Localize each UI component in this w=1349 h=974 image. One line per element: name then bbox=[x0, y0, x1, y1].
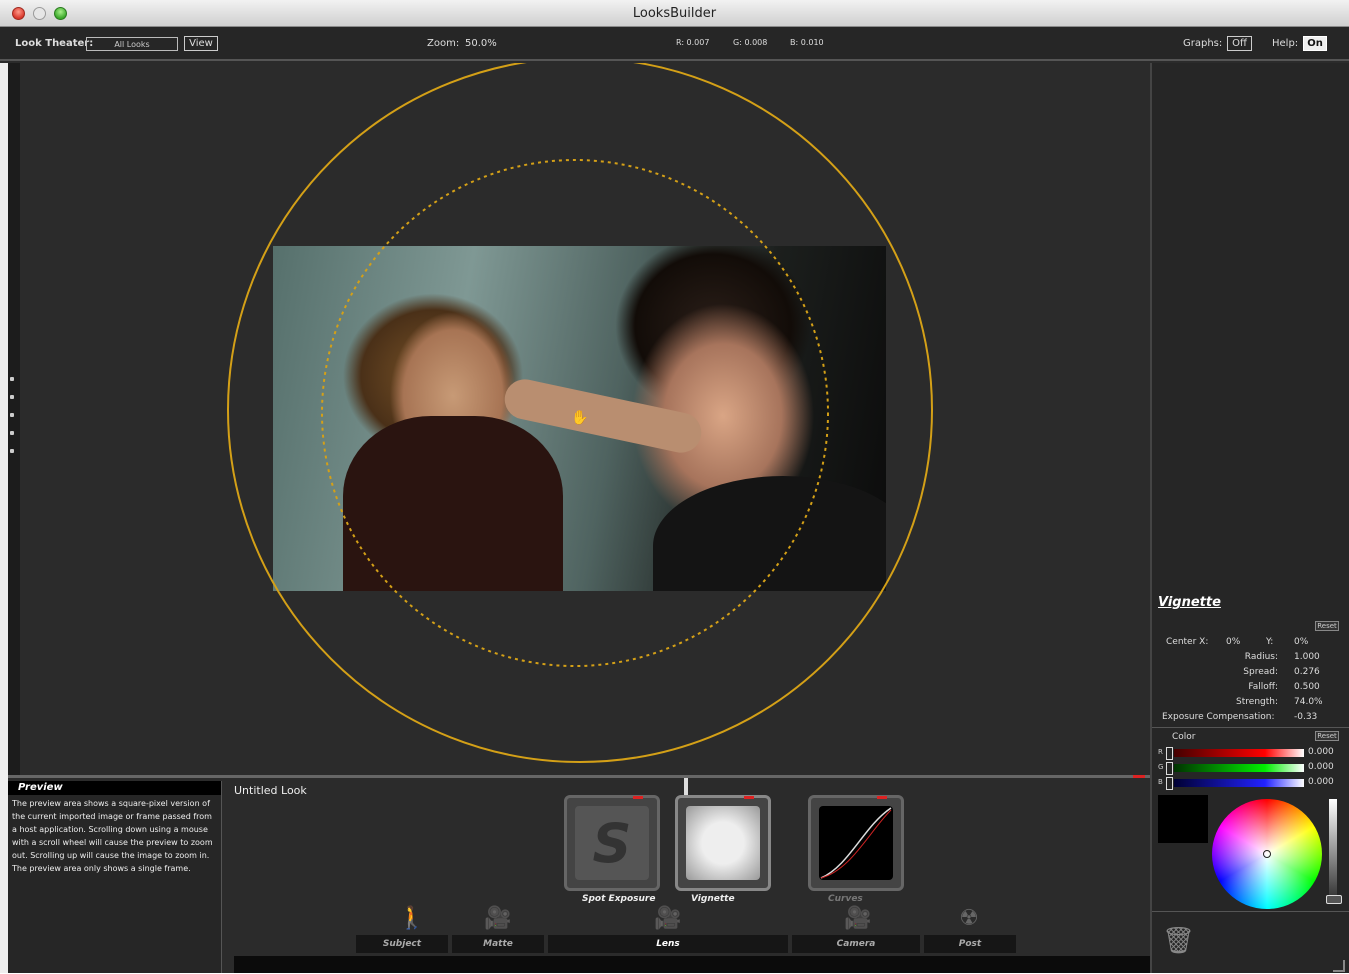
resize-grip-icon[interactable] bbox=[1333, 960, 1345, 972]
app-body: Look Theater: All Looks View Zoom: 50.0%… bbox=[0, 27, 1349, 973]
category-tabs: Subject Matte Lens Camera Post bbox=[8, 935, 1150, 955]
spread-value[interactable]: 0.276 bbox=[1294, 667, 1320, 677]
tab-matte[interactable]: Matte bbox=[452, 935, 544, 953]
drawer-dot bbox=[10, 377, 14, 381]
green-value[interactable]: 0.000 bbox=[1308, 762, 1334, 772]
preview-area[interactable]: ✋ bbox=[20, 63, 1150, 775]
tool-insert-marker bbox=[684, 778, 688, 796]
vignette-thumbnail-icon bbox=[686, 806, 760, 880]
radius-label: Radius: bbox=[1244, 652, 1278, 662]
brightness-slider[interactable] bbox=[1329, 799, 1337, 899]
tab-subject[interactable]: Subject bbox=[356, 935, 448, 953]
look-editor: Preview The preview area shows a square-… bbox=[8, 775, 1150, 973]
color-reset-button[interactable]: Reset bbox=[1315, 731, 1339, 741]
brightness-slider-thumb[interactable] bbox=[1326, 895, 1342, 904]
tab-lens[interactable]: Lens bbox=[548, 935, 788, 953]
center-y-label: Y: bbox=[1266, 637, 1274, 647]
curve-line bbox=[820, 807, 892, 879]
look-title[interactable]: Untitled Look bbox=[234, 784, 307, 797]
color-wheel-cursor[interactable] bbox=[1263, 850, 1271, 858]
zoom-label: Zoom: bbox=[427, 38, 460, 49]
view-button[interactable]: View bbox=[184, 36, 218, 51]
tab-post[interactable]: Post bbox=[924, 935, 1016, 953]
trash-icon[interactable]: 🗑 bbox=[1162, 926, 1195, 956]
green-readout: G: 0.008 bbox=[733, 38, 768, 47]
looks-drawer-handle[interactable] bbox=[8, 63, 20, 775]
vignette-reset-button[interactable]: Reset bbox=[1315, 621, 1339, 631]
help-text: The preview area shows a square-pixel ve… bbox=[12, 799, 213, 873]
window-titlebar: LooksBuilder bbox=[0, 0, 1349, 27]
tool-enabled-indicator[interactable] bbox=[633, 796, 643, 799]
color-swatch bbox=[1158, 795, 1208, 843]
tool-enabled-indicator[interactable] bbox=[877, 796, 887, 799]
strength-label: Strength: bbox=[1236, 697, 1278, 707]
look-theater-label: Look Theater: bbox=[15, 38, 94, 49]
post-icon: ☢ bbox=[959, 906, 979, 931]
center-x-value[interactable]: 0% bbox=[1226, 637, 1240, 647]
spot-exposure-label: Spot Exposure bbox=[582, 894, 656, 904]
green-slider[interactable] bbox=[1174, 764, 1304, 772]
camera-icon: 🎥 bbox=[844, 906, 872, 931]
vignette-tile[interactable] bbox=[675, 795, 771, 891]
graphs-label: Graphs: bbox=[1183, 38, 1223, 49]
spot-exposure-icon: S bbox=[575, 806, 649, 880]
zoom-value: 50.0% bbox=[465, 38, 497, 49]
curve-line-red bbox=[820, 809, 892, 879]
help-title: Preview bbox=[8, 781, 221, 795]
red-slider-thumb[interactable] bbox=[1166, 747, 1173, 760]
drawer-dot bbox=[10, 413, 14, 417]
vignette-title: Vignette bbox=[1158, 595, 1221, 610]
exposure-compensation-label: Exposure Compensation: bbox=[1162, 712, 1275, 722]
center-x-label: Center X: bbox=[1166, 637, 1209, 647]
curves-thumbnail-icon bbox=[819, 806, 893, 880]
drawer-dot bbox=[10, 395, 14, 399]
subject-icon: 🚶 bbox=[398, 906, 426, 931]
red-channel-letter: R bbox=[1158, 748, 1163, 756]
matte-icon: 🎥 bbox=[484, 906, 512, 931]
blue-value[interactable]: 0.000 bbox=[1308, 777, 1334, 787]
top-toolbar: Look Theater: All Looks View Zoom: 50.0%… bbox=[0, 27, 1349, 61]
falloff-value[interactable]: 0.500 bbox=[1294, 682, 1320, 692]
tool-enabled-indicator[interactable] bbox=[744, 796, 754, 799]
blue-channel-letter: B bbox=[1158, 778, 1163, 786]
green-channel-letter: G bbox=[1158, 763, 1164, 771]
window-title: LooksBuilder bbox=[632, 6, 717, 21]
spread-label: Spread: bbox=[1243, 667, 1278, 677]
exposure-compensation-value[interactable]: -0.33 bbox=[1294, 712, 1317, 722]
spot-exposure-tile[interactable]: S bbox=[564, 795, 660, 891]
color-label: Color bbox=[1172, 732, 1196, 742]
blue-slider[interactable] bbox=[1174, 779, 1304, 787]
help-label: Help: bbox=[1272, 38, 1299, 49]
radius-value[interactable]: 1.000 bbox=[1294, 652, 1320, 662]
parameters-panel: Vignette Reset Center X: 0% Y: 0% Radius… bbox=[1150, 63, 1349, 973]
curves-tile[interactable] bbox=[808, 795, 904, 891]
color-wheel[interactable] bbox=[1212, 799, 1322, 909]
blue-readout: B: 0.010 bbox=[790, 38, 824, 47]
lens-icon: 🎥 bbox=[654, 906, 682, 931]
curves-label: Curves bbox=[828, 894, 863, 904]
vignette-label: Vignette bbox=[691, 894, 735, 904]
help-toggle[interactable]: On bbox=[1303, 36, 1327, 51]
blue-slider-thumb[interactable] bbox=[1166, 777, 1173, 790]
graphs-toggle[interactable]: Off bbox=[1227, 36, 1252, 51]
drawer-dot bbox=[10, 449, 14, 453]
center-y-value[interactable]: 0% bbox=[1294, 637, 1308, 647]
drawer-dot bbox=[10, 431, 14, 435]
timeline-marker bbox=[1133, 775, 1145, 778]
red-slider[interactable] bbox=[1174, 749, 1304, 757]
red-value[interactable]: 0.000 bbox=[1308, 747, 1334, 757]
left-edge bbox=[0, 63, 8, 973]
falloff-label: Falloff: bbox=[1248, 682, 1278, 692]
red-readout: R: 0.007 bbox=[676, 38, 710, 47]
trash-area[interactable]: 🗑 bbox=[1152, 911, 1349, 974]
look-theater-dropdown[interactable]: All Looks bbox=[86, 37, 178, 51]
green-slider-thumb[interactable] bbox=[1166, 762, 1173, 775]
divider bbox=[1152, 727, 1349, 728]
hand-cursor-icon: ✋ bbox=[571, 410, 589, 426]
strength-value[interactable]: 74.0% bbox=[1294, 697, 1323, 707]
bottom-stripe bbox=[234, 956, 1150, 973]
tab-camera[interactable]: Camera bbox=[792, 935, 920, 953]
curve-graph bbox=[820, 807, 892, 879]
